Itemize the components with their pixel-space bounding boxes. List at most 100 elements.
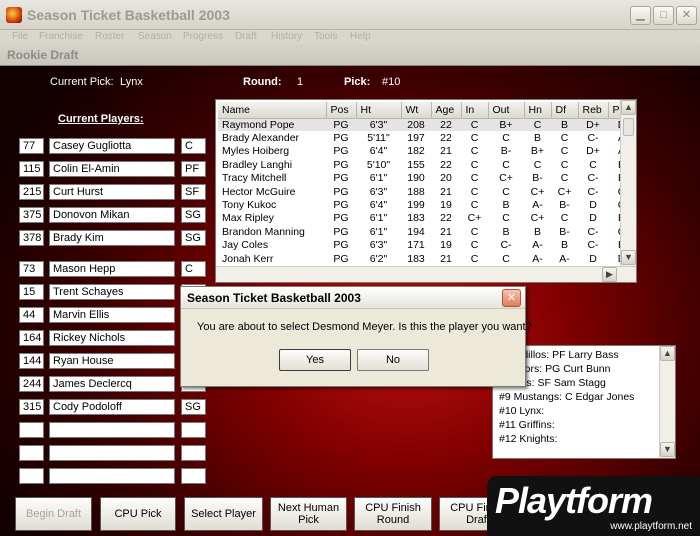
player-number-field[interactable]: 215 <box>19 184 44 200</box>
player-number-field[interactable]: 315 <box>19 399 44 415</box>
player-number-field[interactable]: 144 <box>19 353 44 369</box>
table-vertical-scrollbar[interactable]: ▲ ▼ <box>620 100 636 266</box>
scroll-up-icon[interactable]: ▲ <box>621 100 636 115</box>
player-name-field[interactable]: Colin El-Amin <box>49 161 175 177</box>
begin-draft-button[interactable]: Begin Draft <box>15 497 92 531</box>
table-cell: B <box>560 239 568 252</box>
list-item[interactable]: #12 Knights: <box>499 433 557 445</box>
player-position-field[interactable]: SF <box>181 184 206 200</box>
scroll-up-icon[interactable]: ▲ <box>660 346 675 361</box>
maximize-button[interactable]: □ <box>653 6 674 25</box>
table-row[interactable]: Raymond PopePG6'3"20822CB+CBD+D <box>218 118 635 132</box>
player-number-field[interactable]: 375 <box>19 207 44 223</box>
menu-file[interactable]: File <box>12 31 28 42</box>
player-number-field[interactable] <box>19 422 44 438</box>
player-position-field[interactable]: SG <box>181 399 206 415</box>
column-header[interactable]: Reb <box>578 102 609 119</box>
column-header[interactable]: Age <box>431 102 462 119</box>
dialog-yes-button[interactable]: Yes <box>279 349 351 371</box>
table-row[interactable]: Brandon ManningPG6'1"19421CBBB-C-C <box>218 225 635 238</box>
table-row[interactable]: Jonah KerrPG6'2"18321CCA-A-DD <box>218 252 635 265</box>
table-row[interactable]: Max RipleyPG6'1"18322C+CC+CDB <box>218 212 635 225</box>
column-header[interactable]: Hn <box>524 102 552 119</box>
cpu-pick-button[interactable]: CPU Pick <box>100 497 176 531</box>
column-header[interactable]: In <box>461 102 489 119</box>
player-number-field[interactable]: 378 <box>19 230 44 246</box>
scroll-thumb[interactable] <box>623 118 634 136</box>
column-header[interactable]: Name <box>218 102 327 119</box>
menu-progress[interactable]: Progress <box>183 31 223 42</box>
column-header[interactable]: Out <box>488 102 525 119</box>
menu-help[interactable]: Help <box>350 31 371 42</box>
menu-franchise[interactable]: Franchise <box>39 31 83 42</box>
player-name-field[interactable]: Donovon Mikan <box>49 207 175 223</box>
table-row[interactable]: Bradley LanghiPG5'10"15522CCCCCB <box>218 158 635 171</box>
scroll-down-icon[interactable]: ▼ <box>660 442 675 457</box>
player-position-field[interactable] <box>181 468 206 484</box>
table-row[interactable]: Brady AlexanderPG5'11"19722CCBCC-A <box>218 131 635 144</box>
list-item[interactable]: #11 Griffins: <box>499 419 555 431</box>
player-number-field[interactable] <box>19 445 44 461</box>
table-row[interactable]: Tony KukocPG6'4"19919CBA-B-DC <box>218 198 635 211</box>
player-number-field[interactable]: 164 <box>19 330 44 346</box>
close-button[interactable]: ✕ <box>676 6 697 25</box>
cpu-finish-round-button[interactable]: CPU Finish Round <box>354 497 432 531</box>
player-name-field[interactable]: Marvin Ellis <box>49 307 175 323</box>
dialog-no-button[interactable]: No <box>357 349 429 371</box>
player-number-field[interactable] <box>19 468 44 484</box>
minimize-button[interactable]: ▁ <box>630 6 651 25</box>
player-name-field[interactable]: Casey Gugliotta <box>49 138 175 154</box>
column-header[interactable]: Pos <box>326 102 357 119</box>
player-number-field[interactable]: 73 <box>19 261 44 277</box>
player-name-field[interactable]: James Declercq <box>49 376 175 392</box>
player-number-field[interactable]: 115 <box>19 161 44 177</box>
table-cell: Brady Alexander <box>222 132 300 145</box>
player-name-field[interactable]: Rickey Nichols <box>49 330 175 346</box>
scroll-right-icon[interactable]: ▶ <box>602 267 617 282</box>
player-name-field[interactable]: Cody Podoloff <box>49 399 175 415</box>
player-name-field[interactable]: Mason Hepp <box>49 261 175 277</box>
player-name-field[interactable]: Ryan House <box>49 353 175 369</box>
player-position-field[interactable]: PF <box>181 161 206 177</box>
player-name-field[interactable]: Brady Kim <box>49 230 175 246</box>
player-name-field[interactable] <box>49 445 175 461</box>
player-number-field[interactable]: 77 <box>19 138 44 154</box>
player-name-field[interactable] <box>49 468 175 484</box>
menu-season[interactable]: Season <box>138 31 172 42</box>
draft-pool-table[interactable]: NamePosHtWtAgeInOutHnDfRebPot Raymond Po… <box>215 99 637 283</box>
table-row[interactable]: Hector McGuirePG6'3"18821CCC+C+C-C <box>218 185 635 198</box>
player-number-field[interactable]: 244 <box>19 376 44 392</box>
player-position-field[interactable] <box>181 445 206 461</box>
table-row[interactable]: Jay ColesPG6'3"17119CC-A-BC-B <box>218 239 635 252</box>
picks-vertical-scrollbar[interactable]: ▲ ▼ <box>659 346 675 458</box>
pick-value: #10 <box>382 76 401 88</box>
menu-history[interactable]: History <box>271 31 302 42</box>
player-number-field[interactable]: 44 <box>19 307 44 323</box>
scroll-down-icon[interactable]: ▼ <box>621 250 636 265</box>
list-item[interactable]: #10 Lynx: <box>499 405 544 417</box>
player-number-field[interactable]: 15 <box>19 284 44 300</box>
menu-tools[interactable]: Tools <box>314 31 337 42</box>
next-human-pick-button[interactable]: Next Human Pick <box>270 497 347 531</box>
table-row[interactable]: Tracy MitchellPG6'1"19020CC+B-CC-B <box>218 172 635 185</box>
player-position-field[interactable]: SG <box>181 230 206 246</box>
select-player-button[interactable]: Select Player <box>184 497 263 531</box>
table-row[interactable]: Myles HoibergPG6'4"18221CB-B+CD+A <box>218 145 635 158</box>
player-position-field[interactable]: SG <box>181 207 206 223</box>
column-header[interactable]: Ht <box>356 102 402 119</box>
player-name-field[interactable]: Curt Hurst <box>49 184 175 200</box>
column-header[interactable]: Wt <box>401 102 432 119</box>
table-horizontal-scrollbar[interactable]: ▶ <box>216 266 636 282</box>
menu-roster[interactable]: Roster <box>95 31 124 42</box>
list-item[interactable]: #9 Mustangs: C Edgar Jones <box>499 391 634 403</box>
player-name-field[interactable]: Trent Schayes <box>49 284 175 300</box>
player-position-field[interactable]: C <box>181 138 206 154</box>
player-position-field[interactable]: C <box>181 261 206 277</box>
column-header[interactable]: Df <box>551 102 579 119</box>
player-position-field[interactable] <box>181 422 206 438</box>
table-cell: C <box>470 158 479 171</box>
dialog-close-button[interactable]: ✕ <box>502 289 521 307</box>
table-cell: Tony Kukoc <box>222 199 277 212</box>
menu-draft[interactable]: Draft <box>235 31 257 42</box>
player-name-field[interactable] <box>49 422 175 438</box>
